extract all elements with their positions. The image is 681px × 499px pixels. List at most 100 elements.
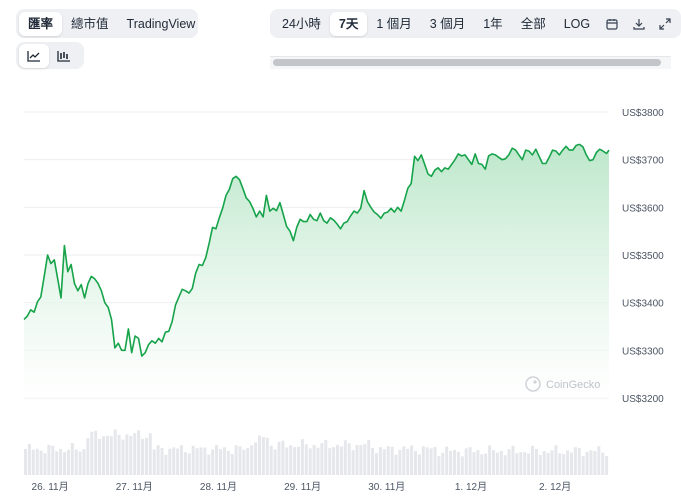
volume-bar	[277, 441, 281, 475]
volume-bar	[355, 445, 359, 475]
volume-bar	[363, 444, 367, 475]
volume-bar	[78, 451, 82, 475]
volume-bar	[453, 449, 456, 475]
y-tick-label: US$3500	[622, 251, 664, 262]
volume-bar	[113, 429, 117, 475]
volume-bar	[406, 448, 410, 475]
volume-bar	[215, 445, 219, 475]
volume-bar	[382, 449, 386, 475]
volume-bar	[558, 453, 562, 475]
volume-bar	[160, 447, 164, 475]
volume-bar	[488, 445, 492, 475]
volume-bar	[601, 452, 605, 475]
volume-bar	[152, 449, 156, 475]
volume-bar	[460, 456, 464, 475]
volume-bar	[316, 447, 320, 475]
volume-bar	[417, 454, 421, 475]
volume-bar	[343, 440, 347, 475]
volume-bar	[371, 447, 375, 475]
volume-bar	[109, 436, 113, 475]
y-tick-label: US$3200	[622, 394, 664, 405]
volume-bar	[66, 449, 70, 475]
volume-bar	[593, 451, 597, 475]
y-tick-label: US$3600	[622, 203, 664, 214]
volume-bar	[90, 431, 94, 475]
volume-bar	[211, 449, 215, 475]
x-tick-label: 27. 11月	[116, 481, 153, 493]
volume-bar	[499, 451, 503, 475]
volume-bar	[133, 433, 137, 475]
volume-bar	[511, 445, 515, 475]
volume-bar	[51, 445, 55, 475]
volume-bar	[183, 452, 187, 475]
volume-bar	[320, 443, 324, 475]
volume-bar	[24, 449, 27, 475]
volume-bar	[480, 454, 484, 475]
volume-bar	[390, 446, 394, 475]
volume-bar	[538, 454, 542, 475]
volume-bar	[98, 438, 102, 475]
volume-bar	[476, 450, 480, 475]
volume-bar	[394, 454, 398, 475]
volume-bar	[117, 434, 121, 475]
volume-bar	[527, 453, 531, 475]
volume-bar	[402, 446, 406, 475]
y-tick-label: US$3300	[622, 346, 664, 357]
volume-bar	[375, 453, 378, 475]
volume-bar	[121, 439, 125, 475]
volume-bar	[328, 448, 332, 475]
volume-bar	[176, 448, 180, 475]
volume-bar	[187, 453, 191, 475]
x-tick-label: 30. 11月	[368, 481, 405, 493]
x-tick-label: 2. 12月	[539, 481, 571, 493]
volume-bar	[573, 447, 577, 475]
volume-bar	[285, 447, 289, 475]
volume-bar	[254, 442, 258, 475]
volume-bar	[308, 448, 312, 475]
volume-bar	[378, 447, 382, 475]
volume-bar	[102, 436, 105, 475]
watermark-text: CoinGecko	[546, 379, 600, 391]
y-tick-label: US$3700	[622, 156, 664, 167]
volume-bar	[234, 445, 238, 475]
volume-bar	[542, 451, 546, 475]
volume-bar	[531, 445, 534, 475]
volume-bar	[421, 446, 425, 475]
volume-bar	[148, 433, 152, 475]
price-area	[24, 144, 609, 398]
volume-bar	[577, 448, 581, 475]
volume-bar	[523, 452, 527, 475]
volume-bar	[55, 451, 59, 475]
volume-bar	[129, 436, 133, 475]
volume-bar	[258, 435, 261, 475]
volume-bar	[246, 448, 250, 475]
volume-bar	[230, 454, 234, 475]
volume-bar	[273, 449, 277, 475]
volume-bar	[562, 454, 566, 475]
x-tick-label: 28. 11月	[200, 481, 237, 493]
volume-bar	[605, 456, 609, 475]
volume-bar	[304, 444, 308, 475]
volume-bar	[191, 445, 195, 475]
volume-bar	[433, 447, 437, 475]
volume-bar	[492, 450, 495, 475]
volume-bar	[581, 456, 585, 475]
volume-bar	[219, 449, 222, 475]
volume-bar	[47, 444, 51, 475]
volume-bar	[172, 447, 176, 475]
volume-bar	[336, 444, 339, 475]
y-axis-labels: US$3200 US$3300 US$3400 US$3500 US$3600 US$37…	[622, 108, 664, 405]
volume-bar	[203, 447, 207, 475]
volume-bar	[70, 443, 74, 475]
volume-bar	[156, 445, 160, 475]
volume-bar	[164, 454, 168, 475]
volume-bar	[472, 452, 476, 475]
volume-bar	[180, 445, 183, 475]
volume-bar	[429, 448, 433, 475]
volume-bar	[137, 430, 141, 475]
volume-bar	[398, 449, 402, 475]
volume-bar	[35, 448, 39, 475]
volume-bar	[74, 449, 78, 475]
volume-bar	[63, 452, 66, 475]
volume-bar	[207, 454, 211, 475]
